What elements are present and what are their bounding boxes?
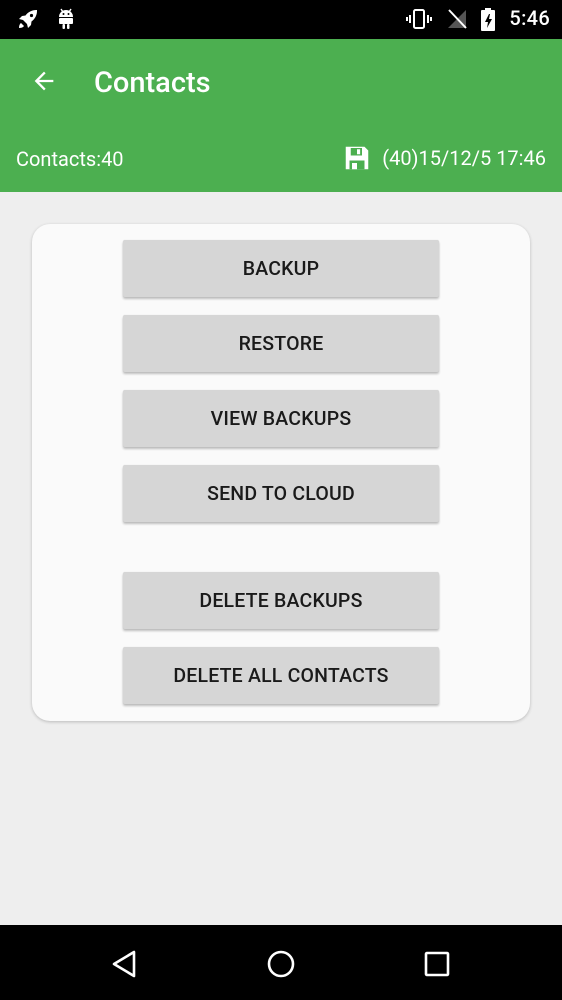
contacts-count-label: Contacts:40 (16, 147, 124, 171)
nav-recents-button[interactable] (417, 944, 457, 984)
floppy-disk-icon (345, 146, 369, 170)
delete-all-contacts-button[interactable]: DELETE ALL CONTACTS (123, 647, 439, 704)
last-backup-text: (40)15/12/5 17:46 (382, 146, 546, 170)
nav-back-button[interactable] (105, 944, 145, 984)
home-circle-icon (267, 950, 295, 978)
status-bar: 5:46 (0, 0, 562, 39)
delete-backups-button[interactable]: DELETE BACKUPS (123, 572, 439, 629)
app-bar: Contacts Contacts:40 (40)15/12/5 17:46 (0, 39, 562, 192)
no-signal-icon (446, 7, 470, 31)
restore-button[interactable]: RESTORE (123, 315, 439, 372)
recents-square-icon (424, 951, 450, 977)
backup-button[interactable]: BACKUP (123, 240, 439, 297)
nav-home-button[interactable] (261, 944, 301, 984)
page-title: Contacts (94, 66, 211, 100)
status-time: 5:46 (509, 6, 550, 30)
battery-charging-icon (478, 7, 502, 31)
arrow-back-icon (34, 71, 54, 91)
rocket-icon (16, 7, 40, 31)
back-triangle-icon (112, 950, 136, 978)
android-icon (54, 7, 78, 31)
back-button[interactable] (24, 61, 64, 101)
last-backup-info: (40)15/12/5 17:46 (342, 143, 546, 173)
vibrate-icon (406, 7, 432, 31)
view-backups-button[interactable]: VIEW BACKUPS (123, 390, 439, 447)
navigation-bar (0, 925, 562, 1000)
actions-card: BACKUP RESTORE VIEW BACKUPS SEND TO CLOU… (32, 224, 530, 721)
send-to-cloud-button[interactable]: SEND TO CLOUD (123, 465, 439, 522)
